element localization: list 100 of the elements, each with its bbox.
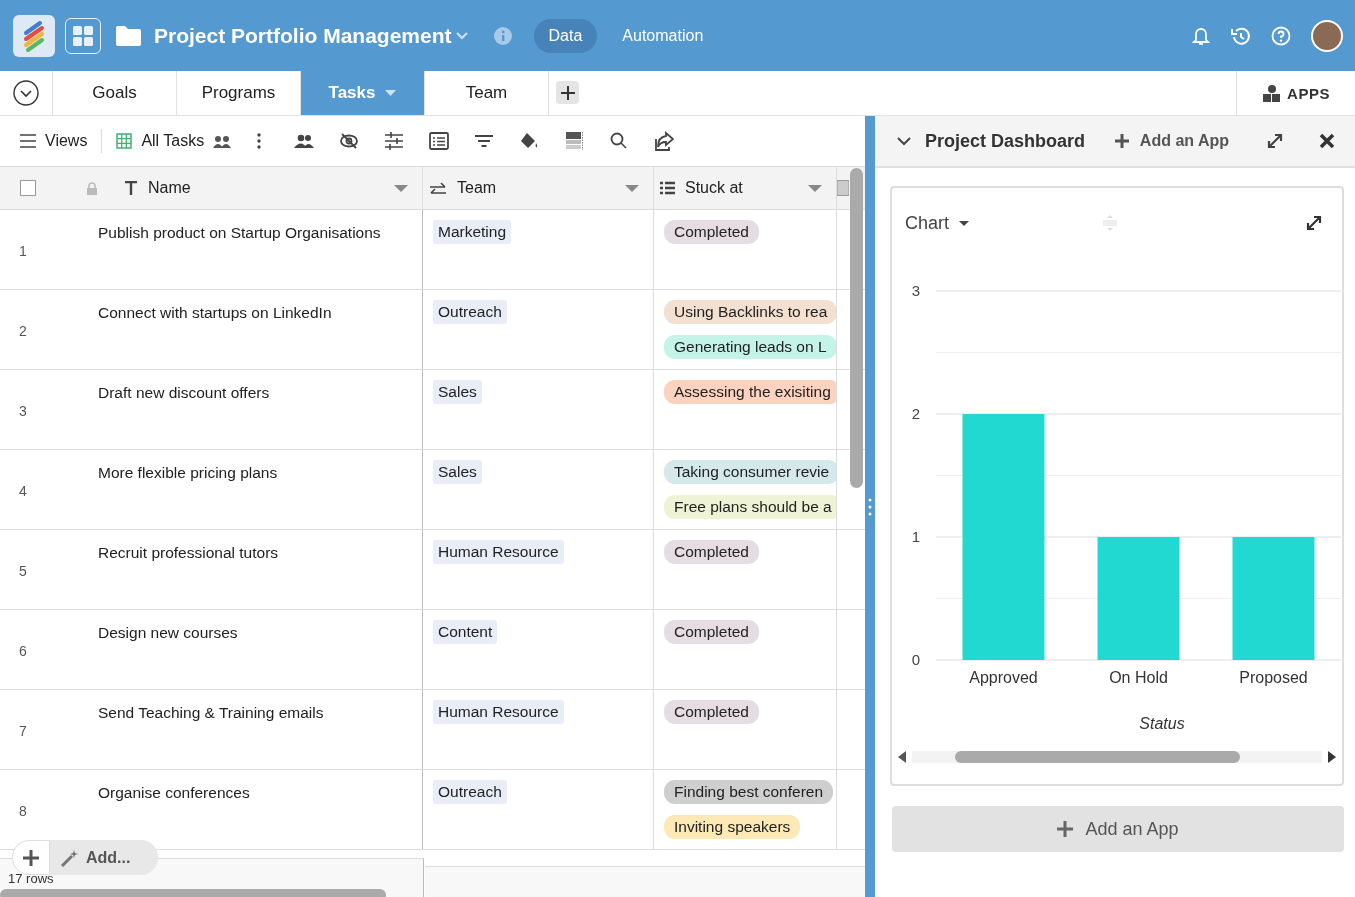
- help-icon[interactable]: [1271, 25, 1291, 46]
- status-tag: Free plans should be a: [664, 495, 836, 519]
- plus-icon: [1114, 134, 1129, 148]
- caret-icon: [959, 220, 969, 226]
- task-name: Design new courses: [98, 623, 239, 642]
- add-app-button[interactable]: Add an App: [1114, 132, 1229, 150]
- status-tag: Completed: [664, 620, 759, 644]
- axis-title: Status: [1139, 715, 1185, 732]
- axis-tick-label: 3: [911, 282, 921, 299]
- column-header[interactable]: Stuck at: [685, 179, 798, 197]
- expand-icon[interactable]: [1306, 215, 1322, 231]
- row-number: 2: [18, 322, 28, 339]
- apps-icon: [1262, 84, 1282, 102]
- menu-icon: [20, 134, 36, 148]
- row-number: 7: [18, 722, 28, 739]
- drag-handle-icon[interactable]: [1103, 215, 1117, 231]
- team-tag: Outreach: [433, 300, 507, 324]
- plus-icon: [23, 849, 39, 866]
- category-label: On Hold: [1109, 669, 1168, 686]
- status-tag: Assessing the exisiting: [664, 380, 836, 404]
- task-name: Organise conferences: [98, 783, 251, 802]
- row-number: 1: [18, 242, 28, 259]
- axis-tick-label: 1: [911, 528, 921, 545]
- chart-scrollbar[interactable]: [955, 751, 1240, 763]
- vertical-scrollbar[interactable]: [850, 168, 863, 488]
- expand-icon[interactable]: [1267, 133, 1283, 149]
- caret-icon: [385, 90, 397, 96]
- left-arrow-icon[interactable]: [898, 751, 906, 763]
- apps-grid-button[interactable]: [65, 17, 101, 54]
- list-icon: [660, 181, 675, 195]
- row-number: 3: [18, 402, 28, 419]
- bell-icon[interactable]: [1192, 25, 1210, 46]
- status-tag: Completed: [664, 220, 759, 244]
- task-name: More flexible pricing plans: [98, 463, 279, 482]
- paint-bucket-icon[interactable]: [519, 131, 540, 151]
- hide-icon[interactable]: [339, 131, 360, 151]
- caret-icon[interactable]: [625, 184, 639, 192]
- add-table-button[interactable]: [556, 81, 579, 104]
- status-tag: Completed: [664, 700, 759, 724]
- team-tag: Sales: [433, 460, 482, 484]
- team-tag: Sales: [433, 380, 482, 404]
- caret-icon[interactable]: [394, 184, 408, 192]
- user-avatar[interactable]: [1311, 19, 1343, 52]
- team-tag: Marketing: [433, 220, 512, 244]
- plus-icon: [1057, 821, 1074, 837]
- table-icon: [116, 133, 133, 149]
- column-header[interactable]: Team: [457, 179, 615, 197]
- team-tag: Human Resource: [433, 700, 564, 724]
- text-field-icon: [124, 181, 138, 195]
- status-tag: Generating leads on L: [664, 335, 836, 359]
- nav-tab[interactable]: Data: [533, 18, 598, 53]
- app-logo[interactable]: [13, 14, 55, 57]
- axis-tick-label: 0: [911, 651, 921, 668]
- task-name: Publish product on Startup Organisations: [98, 223, 382, 242]
- caret-icon[interactable]: [808, 184, 822, 192]
- close-icon[interactable]: [1319, 133, 1335, 149]
- category-label: Proposed: [1239, 669, 1308, 686]
- row-number: 6: [18, 642, 28, 659]
- task-name: Connect with startups on LinkedIn: [98, 303, 333, 322]
- chart-selector[interactable]: Chart: [905, 212, 969, 234]
- row-number: 5: [18, 562, 28, 579]
- lock-icon: [86, 181, 98, 195]
- column-header[interactable]: Name: [148, 179, 384, 197]
- status-tag: Completed: [664, 540, 759, 564]
- status-tag: Using Backlinks to rea: [664, 300, 836, 324]
- status-tag: Finding best conferen: [664, 780, 834, 804]
- team-tag: Human Resource: [433, 540, 564, 564]
- add-row-button[interactable]: [12, 840, 50, 875]
- folder-icon: [115, 24, 142, 47]
- team-tag: Content: [433, 620, 498, 644]
- magic-wand-icon: [60, 848, 78, 867]
- task-name: Recruit professional tutors: [98, 543, 280, 562]
- row-number: 4: [18, 482, 28, 499]
- collapse-icon[interactable]: [13, 80, 39, 106]
- list-icon[interactable]: [429, 131, 450, 151]
- task-name: Send Teaching & Training emails: [98, 703, 325, 722]
- grid-icon: [73, 25, 93, 46]
- right-arrow-icon[interactable]: [1328, 751, 1336, 763]
- category-label: Approved: [969, 669, 1038, 686]
- checkbox-icon[interactable]: [20, 180, 36, 196]
- sliders-icon[interactable]: [384, 131, 405, 151]
- panel-title: Project Dashboard: [925, 130, 1087, 152]
- views-button[interactable]: Views: [20, 132, 88, 150]
- people-icon: [213, 134, 232, 148]
- link-icon: [429, 181, 447, 195]
- share-icon[interactable]: [654, 131, 675, 151]
- team-tag: Outreach: [433, 780, 507, 804]
- history-icon[interactable]: [1230, 25, 1251, 46]
- row-number: 8: [18, 802, 28, 819]
- chevron-down-icon[interactable]: [897, 136, 911, 146]
- view-selector[interactable]: All Tasks: [116, 132, 232, 150]
- resize-handle[interactable]: [865, 116, 875, 897]
- axis-tick-label: 2: [911, 405, 921, 422]
- status-tag: Taking consumer revie: [664, 460, 836, 484]
- plus-icon: [560, 85, 575, 100]
- row-count: 17 rows: [8, 872, 54, 885]
- task-name: Draft new discount offers: [98, 383, 271, 402]
- add-app-button[interactable]: Add an App: [892, 806, 1344, 852]
- status-tag: Inviting speakers: [664, 815, 801, 839]
- row-height-icon[interactable]: [564, 131, 585, 151]
